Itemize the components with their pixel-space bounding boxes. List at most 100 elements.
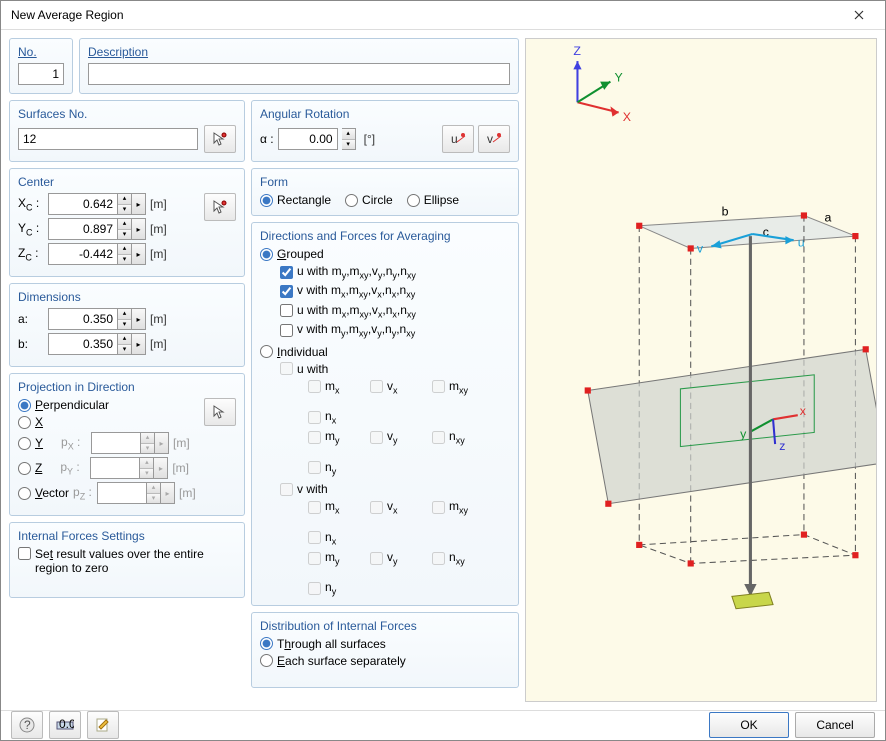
zc-step[interactable]: ▸ [132, 243, 146, 265]
u-mx [308, 380, 321, 393]
radio-vector[interactable] [18, 487, 31, 500]
g3-label: u with mx,mxy,vx,nx,nxy [297, 303, 416, 319]
a-spinner[interactable]: ▴▾ [118, 308, 132, 330]
pick-surfaces-button[interactable] [204, 125, 236, 153]
pz-spinner: ▴▾ [147, 482, 161, 504]
ifs-label: Internal Forces Settings [18, 529, 236, 543]
xc-spinner[interactable]: ▴▾ [118, 193, 132, 215]
v-ny [308, 582, 321, 595]
x-label: X [35, 415, 43, 429]
check-zero-result[interactable] [18, 547, 31, 560]
v-vy [370, 552, 383, 565]
radio-grouped[interactable] [260, 248, 273, 261]
v-mx [308, 501, 321, 514]
radio-perpendicular[interactable] [18, 399, 31, 412]
svg-text:v: v [697, 242, 704, 256]
radio-individual[interactable] [260, 345, 273, 358]
radio-rectangle[interactable] [260, 194, 273, 207]
b-unit: [m] [150, 337, 167, 351]
svg-text:z: z [779, 439, 785, 453]
alpha-input[interactable] [278, 128, 338, 150]
circle-label: Circle [362, 193, 393, 207]
a-step[interactable]: ▸ [132, 308, 146, 330]
group-dimensions: Dimensions a:▴▾▸[m] b:▴▾▸[m] [9, 283, 245, 367]
radio-ellipse[interactable] [407, 194, 420, 207]
pz-unit: [m] [179, 486, 196, 500]
zc-spinner[interactable]: ▴▾ [118, 243, 132, 265]
close-button[interactable] [839, 1, 879, 29]
xc-label: XC : [18, 196, 48, 212]
chk-g4[interactable] [280, 324, 293, 337]
b-step[interactable]: ▸ [132, 333, 146, 355]
yc-unit: [m] [150, 222, 167, 236]
preview-panel: Z X Y b a c u v [525, 38, 877, 702]
y-label: Y [35, 436, 43, 450]
description-input[interactable] [88, 63, 510, 85]
svg-text:y: y [740, 427, 747, 441]
px-step: ▸ [155, 432, 169, 454]
description-label: Description [88, 45, 510, 59]
chk-vwith [280, 483, 293, 496]
group-projection: Projection in Direction Perpendicular X … [9, 373, 245, 516]
cursor-pick-icon [212, 199, 228, 215]
v-vx [370, 501, 383, 514]
radio-z[interactable] [18, 462, 31, 475]
group-dist: Distribution of Internal Forces Through … [251, 612, 519, 688]
py-input [90, 457, 140, 479]
g1-label: u with my,mxy,vy,ny,nxy [297, 264, 416, 280]
a-input[interactable] [48, 308, 118, 330]
radio-circle[interactable] [345, 194, 358, 207]
units-button[interactable]: 0.00 [49, 711, 81, 739]
chk-g2[interactable] [280, 285, 293, 298]
pick-center-button[interactable] [204, 193, 236, 221]
b-label: b: [18, 337, 48, 351]
xc-step[interactable]: ▸ [132, 193, 146, 215]
radio-through-all[interactable] [260, 637, 273, 650]
xc-input[interactable] [48, 193, 118, 215]
yc-input[interactable] [48, 218, 118, 240]
u-mxy [432, 380, 445, 393]
radio-each[interactable] [260, 654, 273, 667]
edit-button[interactable] [87, 711, 119, 739]
ifs-opt: Set result values over the entire region… [35, 547, 215, 575]
radio-x[interactable] [18, 416, 31, 429]
b-input[interactable] [48, 333, 118, 355]
group-center: Center XC :▴▾▸[m] YC :▴▾▸[m] ZC :▴▾▸[m] [9, 168, 245, 277]
ellipse-label: Ellipse [424, 193, 459, 207]
pick-projection-button[interactable] [204, 398, 236, 426]
svg-text:?: ? [24, 718, 31, 732]
b-spinner[interactable]: ▴▾ [118, 333, 132, 355]
svg-text:v: v [487, 132, 493, 146]
svg-text:0.00: 0.00 [59, 718, 74, 731]
pencil-icon [95, 717, 111, 733]
u-nx [308, 411, 321, 424]
chk-g3[interactable] [280, 304, 293, 317]
px-input [91, 432, 141, 454]
individual-label: Individual [277, 345, 328, 359]
py-step: ▸ [154, 457, 168, 479]
py-unit: [m] [172, 461, 189, 475]
ok-button[interactable]: OK [709, 712, 789, 738]
zc-input[interactable] [48, 243, 118, 265]
alpha-spinner[interactable]: ▴▾ [342, 128, 356, 150]
surfaces-input[interactable] [18, 128, 198, 150]
axis-v-icon: v [485, 132, 503, 146]
radio-y[interactable] [18, 437, 31, 450]
u-vy [370, 431, 383, 444]
py-label: pY : [60, 460, 90, 476]
chk-g1[interactable] [280, 266, 293, 279]
a-label: a: [18, 312, 48, 326]
v-my [308, 552, 321, 565]
svg-text:X: X [623, 110, 631, 124]
u-my [308, 431, 321, 444]
align-v-button[interactable]: v [478, 125, 510, 153]
yc-spinner[interactable]: ▴▾ [118, 218, 132, 240]
grouped-label: Grouped [277, 247, 324, 261]
vwith-label: v with [297, 482, 328, 496]
no-input[interactable] [18, 63, 64, 85]
help-button[interactable]: ? [11, 711, 43, 739]
align-u-button[interactable]: u [442, 125, 474, 153]
cancel-button[interactable]: Cancel [795, 712, 875, 738]
yc-step[interactable]: ▸ [132, 218, 146, 240]
svg-text:x: x [800, 404, 807, 418]
